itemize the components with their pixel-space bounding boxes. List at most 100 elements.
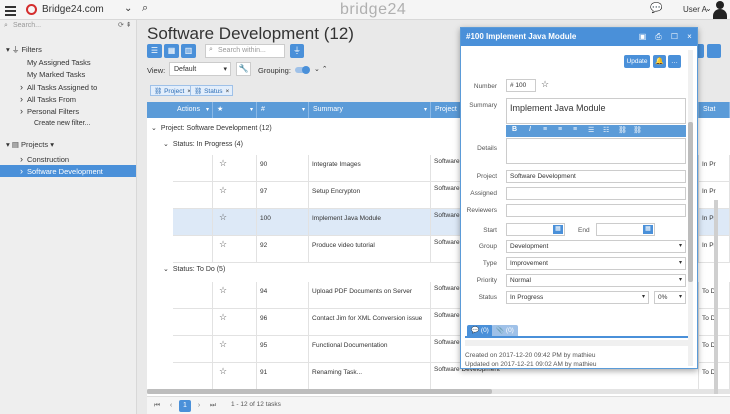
align-left-icon[interactable]: ≡	[543, 126, 547, 133]
star-icon[interactable]: ☆	[213, 209, 257, 236]
end-date-field[interactable]: ▦	[596, 223, 655, 236]
italic-icon[interactable]: I	[529, 126, 531, 133]
search-icon[interactable]: ⌕	[142, 2, 148, 15]
site-chevron-down-icon[interactable]: ⌄	[124, 3, 132, 14]
scrollbar-thumb[interactable]	[688, 122, 693, 282]
column-header-summary[interactable]: Summary ▾	[309, 102, 431, 118]
actions-cell[interactable]	[173, 282, 213, 309]
filter-funnel-button[interactable]: ⏚	[290, 44, 304, 58]
dialog-vertical-scrollbar[interactable]	[688, 50, 693, 366]
sidebar-item-construction[interactable]: Construction	[20, 154, 69, 164]
align-center-icon[interactable]: ≡	[558, 126, 562, 133]
group-row-to-do[interactable]: Status: To Do (5)	[163, 264, 225, 275]
current-page-button[interactable]: 1	[179, 400, 191, 412]
actions-cell[interactable]	[173, 209, 213, 236]
sidebar-item-my-assigned-tasks[interactable]: My Assigned Tasks	[27, 58, 91, 67]
user-name[interactable]: User A	[683, 5, 707, 14]
column-header-number[interactable]: # ▾	[257, 102, 309, 118]
column-header-star[interactable]: ★ ▾	[213, 102, 257, 118]
group-tag-project[interactable]: ⛓ Project×	[150, 85, 196, 96]
number-field: # 100	[506, 79, 536, 92]
bold-icon[interactable]: B	[512, 126, 517, 133]
summary-field[interactable]: Implement Java Module	[506, 98, 686, 124]
unlink-icon[interactable]: ⛓	[633, 126, 642, 134]
start-date-field[interactable]: ▦	[506, 223, 565, 236]
percent-select[interactable]: 0% ▾	[654, 291, 686, 304]
sidebar-item-software-development[interactable]: Software Development	[20, 166, 103, 176]
tab-comments[interactable]: 💬 (0)	[467, 325, 493, 336]
details-field[interactable]	[506, 138, 686, 164]
create-new-filter-link[interactable]: Create new filter...	[34, 120, 90, 127]
star-icon[interactable]: ☆	[213, 309, 257, 336]
first-page-button[interactable]: ⏮	[151, 400, 163, 412]
star-icon[interactable]: ☆	[213, 336, 257, 363]
reviewers-field[interactable]	[506, 204, 686, 217]
avatar[interactable]	[712, 1, 728, 19]
column-header-actions[interactable]: Actions ▾	[173, 102, 213, 118]
chat-icon[interactable]: 💬	[650, 3, 662, 14]
print-icon[interactable]: ⎙	[653, 31, 664, 42]
column-header-status[interactable]: Stat	[699, 102, 730, 118]
actions-cell[interactable]	[173, 309, 213, 336]
group-row-in-progress[interactable]: Status: In Progress (4)	[163, 139, 243, 150]
maximize-icon[interactable]: ☐	[669, 31, 680, 42]
tab-attachments[interactable]: 📎 (0)	[492, 325, 518, 336]
board-view-button[interactable]: ▥	[181, 44, 196, 58]
hamburger-menu-icon[interactable]	[5, 4, 16, 16]
actions-cell[interactable]	[173, 363, 213, 390]
calendar-view-button[interactable]: ▦	[164, 44, 179, 58]
actions-cell[interactable]	[173, 236, 213, 263]
star-icon[interactable]: ☆	[213, 155, 257, 182]
last-page-button[interactable]: ⏭	[207, 400, 219, 412]
sidebar-item-all-tasks-assigned-to[interactable]: All Tasks Assigned to	[20, 82, 97, 92]
priority-select[interactable]: Normal ▾	[506, 274, 686, 287]
horizontal-scrollbar[interactable]	[147, 389, 730, 394]
filters-title: Filters	[21, 45, 42, 54]
actions-cell[interactable]	[173, 155, 213, 182]
grouping-toggle[interactable]	[295, 66, 310, 74]
wrench-settings-button[interactable]: 🔧	[236, 62, 251, 76]
toolbar-extra-button[interactable]	[707, 44, 721, 58]
view-select[interactable]: Default ▾	[169, 62, 231, 76]
sidebar-search-input[interactable]: ⌕ Search...	[3, 22, 115, 33]
close-icon[interactable]: ×	[226, 88, 230, 95]
sidebar-item-my-marked-tasks[interactable]: My Marked Tasks	[27, 70, 85, 79]
actions-cell[interactable]	[173, 336, 213, 363]
align-right-icon[interactable]: ≡	[573, 126, 577, 133]
search-within-input[interactable]: ⌕ Search within...	[205, 44, 285, 58]
type-select[interactable]: Improvement ▾	[506, 257, 686, 270]
bell-icon[interactable]: 🔔	[653, 55, 666, 68]
actions-cell[interactable]	[173, 182, 213, 209]
sidebar-item-personal-filters[interactable]: Personal Filters	[20, 106, 79, 116]
close-icon[interactable]: ×	[684, 31, 695, 42]
scrollbar-thumb[interactable]	[147, 389, 492, 394]
user-chevron-down-icon[interactable]: ⌄	[705, 4, 712, 13]
group-tag-status[interactable]: ⛓ Status ×	[190, 85, 234, 96]
list-view-button[interactable]: ☰	[147, 44, 162, 58]
star-icon[interactable]: ☆	[213, 363, 257, 390]
group-row-project[interactable]: Project: Software Development (12)	[151, 123, 272, 134]
calendar-icon[interactable]: ▦	[553, 225, 563, 234]
sidebar-tools[interactable]: ⟳ ⇞	[118, 21, 132, 29]
update-button[interactable]: Update	[624, 55, 650, 68]
star-icon[interactable]: ☆	[213, 236, 257, 263]
more-options-button[interactable]: …	[668, 55, 681, 68]
numbered-list-icon[interactable]: ☷	[603, 126, 609, 134]
calendar-icon[interactable]: ▦	[643, 225, 653, 234]
star-icon[interactable]: ☆	[213, 282, 257, 309]
prev-page-button[interactable]: ‹	[165, 400, 177, 412]
sidebar-item-all-tasks-from[interactable]: All Tasks From	[20, 94, 76, 104]
star-icon[interactable]: ☆	[541, 79, 549, 90]
star-icon[interactable]: ☆	[213, 182, 257, 209]
assigned-field[interactable]	[506, 187, 686, 200]
projects-section[interactable]: ▾ ▤ Projects ▾	[6, 140, 54, 149]
status-select[interactable]: In Progress ▾	[506, 291, 649, 304]
filters-section[interactable]: ▾ ⏚ Filters	[6, 44, 42, 55]
group-select[interactable]: Development ▾	[506, 240, 686, 253]
link-icon[interactable]: ⛓	[618, 126, 627, 134]
copy-link-icon[interactable]: ▣	[637, 31, 648, 42]
vertical-scrollbar[interactable]	[714, 200, 718, 394]
next-page-button[interactable]: ›	[193, 400, 205, 412]
grouping-expand-collapse-icons[interactable]: ⌄ ⌃	[314, 65, 328, 73]
bullet-list-icon[interactable]: ☰	[588, 126, 594, 134]
